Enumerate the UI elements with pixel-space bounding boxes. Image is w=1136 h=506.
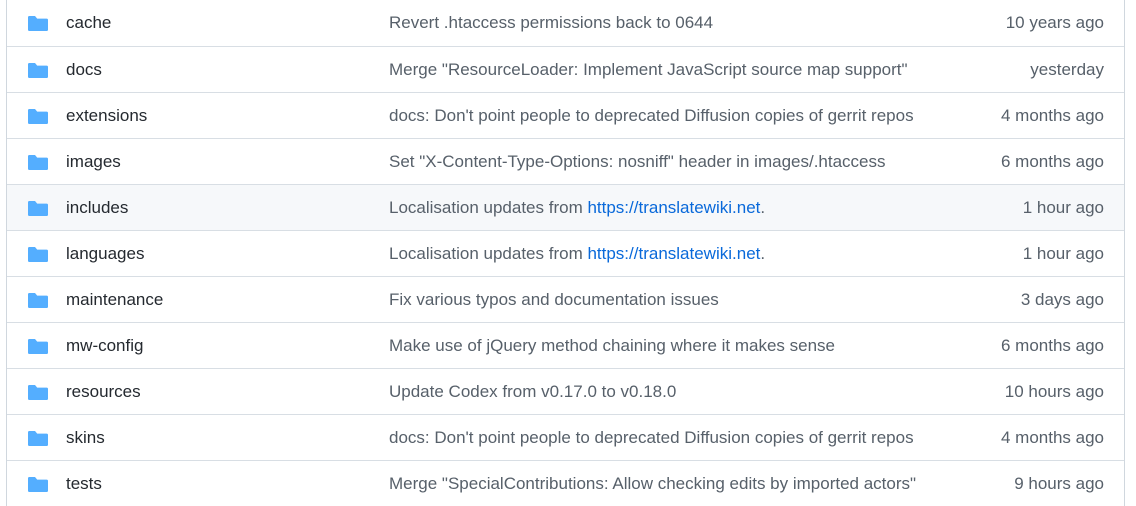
commit-message-text[interactable]: Merge "ResourceLoader: Implement JavaScr… — [389, 60, 908, 79]
file-name[interactable]: resources — [66, 382, 141, 402]
file-row-images[interactable]: images Set "X-Content-Type-Options: nosn… — [7, 138, 1124, 184]
file-row-languages[interactable]: languages Localisation updates from http… — [7, 230, 1124, 276]
commit-message-text[interactable]: Fix various typos and documentation issu… — [389, 290, 719, 309]
file-name[interactable]: mw-config — [66, 336, 143, 356]
file-row-includes[interactable]: includes Localisation updates from https… — [7, 184, 1124, 230]
commit-message: docs: Don't point people to deprecated D… — [389, 428, 914, 448]
commit-age: 1 hour ago — [1022, 198, 1104, 217]
commit-message: Update Codex from v0.17.0 to v0.18.0 — [389, 382, 676, 402]
commit-message: Set "X-Content-Type-Options: nosniff" he… — [389, 152, 886, 172]
file-name[interactable]: images — [66, 152, 121, 172]
commit-message-text[interactable]: docs: Don't point people to deprecated D… — [389, 106, 914, 125]
commit-age: 3 days ago — [1020, 290, 1104, 309]
commit-message: Fix various typos and documentation issu… — [389, 290, 719, 310]
commit-message-text[interactable]: Update Codex from v0.17.0 to v0.18.0 — [389, 382, 676, 401]
commit-age: 4 months ago — [1000, 106, 1104, 125]
folder-icon — [28, 247, 48, 262]
file-name[interactable]: includes — [66, 198, 128, 218]
commit-message: Merge "ResourceLoader: Implement JavaScr… — [389, 60, 908, 80]
commit-message-link[interactable]: https://translatewiki.net — [587, 198, 760, 217]
file-row-mw-config[interactable]: mw-config Make use of jQuery method chai… — [7, 322, 1124, 368]
folder-icon — [28, 477, 48, 492]
commit-message: docs: Don't point people to deprecated D… — [389, 106, 914, 126]
file-row-tests[interactable]: tests Merge "SpecialContributions: Allow… — [7, 460, 1124, 506]
file-name[interactable]: cache — [66, 13, 111, 33]
file-name[interactable]: tests — [66, 474, 102, 494]
commit-age: 4 months ago — [1000, 428, 1104, 447]
commit-message-text[interactable]: Merge "SpecialContributions: Allow check… — [389, 474, 916, 493]
commit-age: yesterday — [1030, 60, 1104, 79]
folder-icon — [28, 293, 48, 308]
file-name[interactable]: languages — [66, 244, 144, 264]
commit-message-link[interactable]: https://translatewiki.net — [587, 244, 760, 263]
file-row-docs[interactable]: docs Merge "ResourceLoader: Implement Ja… — [7, 46, 1124, 92]
file-row-cache[interactable]: cache Revert .htaccess permissions back … — [7, 0, 1124, 46]
commit-message-suffix[interactable]: . — [760, 244, 765, 263]
folder-icon — [28, 16, 48, 31]
folder-icon — [28, 339, 48, 354]
file-row-resources[interactable]: resources Update Codex from v0.17.0 to v… — [7, 368, 1124, 414]
folder-icon — [28, 385, 48, 400]
commit-message-text[interactable]: Revert .htaccess permissions back to 064… — [389, 13, 713, 32]
file-name[interactable]: maintenance — [66, 290, 163, 310]
file-list: cache Revert .htaccess permissions back … — [6, 0, 1125, 506]
file-row-maintenance[interactable]: maintenance Fix various typos and docume… — [7, 276, 1124, 322]
commit-age: 1 hour ago — [1022, 244, 1104, 263]
commit-age: 6 months ago — [1000, 152, 1104, 171]
folder-icon — [28, 155, 48, 170]
commit-message-text[interactable]: Make use of jQuery method chaining where… — [389, 336, 835, 355]
folder-icon — [28, 431, 48, 446]
file-row-extensions[interactable]: extensions docs: Don't point people to d… — [7, 92, 1124, 138]
commit-message-text[interactable]: docs: Don't point people to deprecated D… — [389, 428, 914, 447]
folder-icon — [28, 201, 48, 216]
folder-icon — [28, 109, 48, 124]
commit-message: Localisation updates from https://transl… — [389, 198, 765, 218]
commit-message-suffix[interactable]: . — [760, 198, 765, 217]
file-row-skins[interactable]: skins docs: Don't point people to deprec… — [7, 414, 1124, 460]
commit-message: Revert .htaccess permissions back to 064… — [389, 13, 713, 33]
commit-message-text[interactable]: Set "X-Content-Type-Options: nosniff" he… — [389, 152, 886, 171]
commit-message-text[interactable]: Localisation updates from — [389, 244, 587, 263]
commit-message: Localisation updates from https://transl… — [389, 244, 765, 264]
file-name[interactable]: extensions — [66, 106, 147, 126]
commit-age: 9 hours ago — [1014, 474, 1104, 493]
commit-message: Make use of jQuery method chaining where… — [389, 336, 835, 356]
commit-age: 10 hours ago — [1004, 382, 1104, 401]
commit-age: 6 months ago — [1000, 336, 1104, 355]
folder-icon — [28, 63, 48, 78]
file-name[interactable]: docs — [66, 60, 102, 80]
commit-age: 10 years ago — [1005, 13, 1104, 32]
commit-message: Merge "SpecialContributions: Allow check… — [389, 474, 916, 494]
commit-message-text[interactable]: Localisation updates from — [389, 198, 587, 217]
file-name[interactable]: skins — [66, 428, 105, 448]
